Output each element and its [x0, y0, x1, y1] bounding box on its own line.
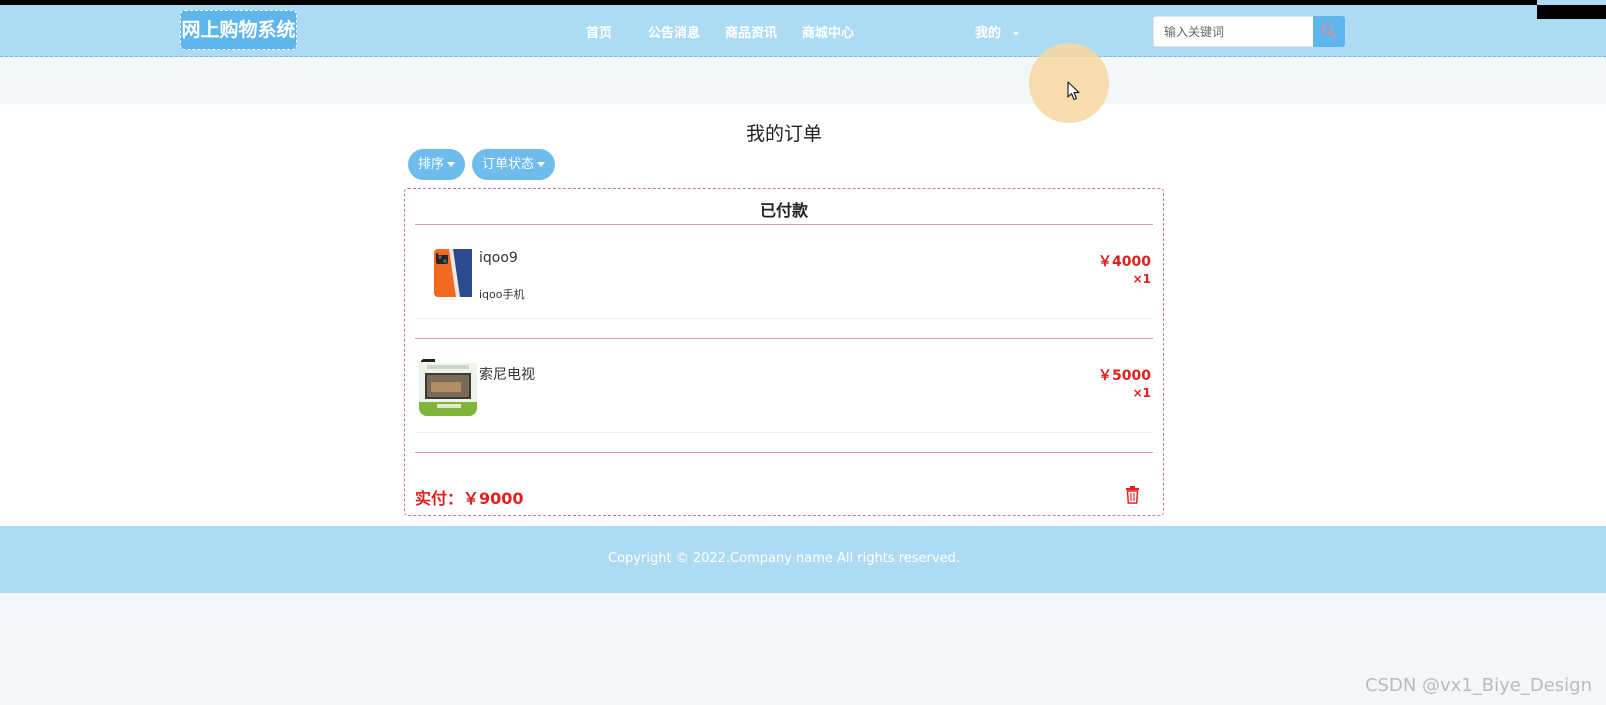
footer: Copyright © 2022.Company name All rights… [0, 526, 1606, 593]
divider [415, 452, 1153, 453]
order-status-label: 订单状态 [482, 157, 535, 172]
product-name: iqoo9 [479, 250, 518, 266]
product-image-tv [419, 358, 477, 416]
product-price: ￥5000 [1098, 368, 1151, 384]
order-total: 实付：￥9000 [415, 489, 524, 508]
trash-icon[interactable] [1125, 486, 1140, 504]
screen-edge-corner [1537, 5, 1606, 19]
product-name: 索尼电视 [479, 367, 535, 383]
order-card: 已付款 iqoo9 iqoo手机 ￥4000 ×1 索尼电视 ￥5000 ×1 … [404, 188, 1164, 516]
copyright-text: Copyright © 2022.Company name All rights… [608, 551, 960, 566]
divider [415, 338, 1153, 339]
caret-down-icon [447, 162, 456, 167]
caret-down-icon [537, 162, 546, 167]
watermark: CSDN @vx1_Biye_Design [1364, 675, 1592, 696]
product-image-phone [419, 244, 477, 302]
product-quantity: ×1 [1132, 272, 1151, 286]
nav-mine-dropdown[interactable]: 我的 [975, 22, 1020, 41]
sort-dropdown-button[interactable]: 排序 [408, 149, 466, 180]
sort-label: 排序 [418, 157, 445, 172]
product-description: iqoo手机 [479, 288, 525, 301]
main-content-panel: 我的订单 排序 订单状态 已付款 iqoo9 iqoo手机 ￥4000 ×1 索… [0, 104, 1606, 526]
nav-notices[interactable]: 公告消息 [648, 22, 700, 41]
nav-home[interactable]: 首页 [586, 22, 612, 41]
cursor-arrow-icon [1067, 81, 1080, 101]
nav-mine-label: 我的 [975, 26, 1002, 41]
page-title: 我的订单 [745, 123, 822, 145]
search-input[interactable] [1153, 16, 1314, 47]
screen-edge-strip [0, 0, 1537, 5]
search-button[interactable] [1313, 16, 1345, 47]
nav-product-news[interactable]: 商品资讯 [725, 22, 777, 41]
order-status-dropdown-button[interactable]: 订单状态 [472, 149, 556, 180]
divider [415, 432, 1153, 433]
top-nav-bar: 网上购物系统 首页 公告消息 商品资讯 商城中心 我的 [0, 0, 1606, 57]
divider [415, 318, 1153, 319]
divider [415, 224, 1153, 225]
order-item-row[interactable]: iqoo9 iqoo手机 ￥4000 ×1 [415, 234, 1153, 324]
search-icon [1322, 24, 1336, 38]
order-item-row[interactable]: 索尼电视 ￥5000 ×1 [415, 348, 1153, 438]
order-status-heading: 已付款 [759, 201, 808, 220]
product-price: ￥4000 [1098, 254, 1151, 270]
product-quantity: ×1 [1132, 386, 1151, 400]
nav-mall-center[interactable]: 商城中心 [802, 22, 854, 41]
site-logo[interactable]: 网上购物系统 [180, 10, 297, 50]
caret-down-icon [1013, 31, 1020, 36]
